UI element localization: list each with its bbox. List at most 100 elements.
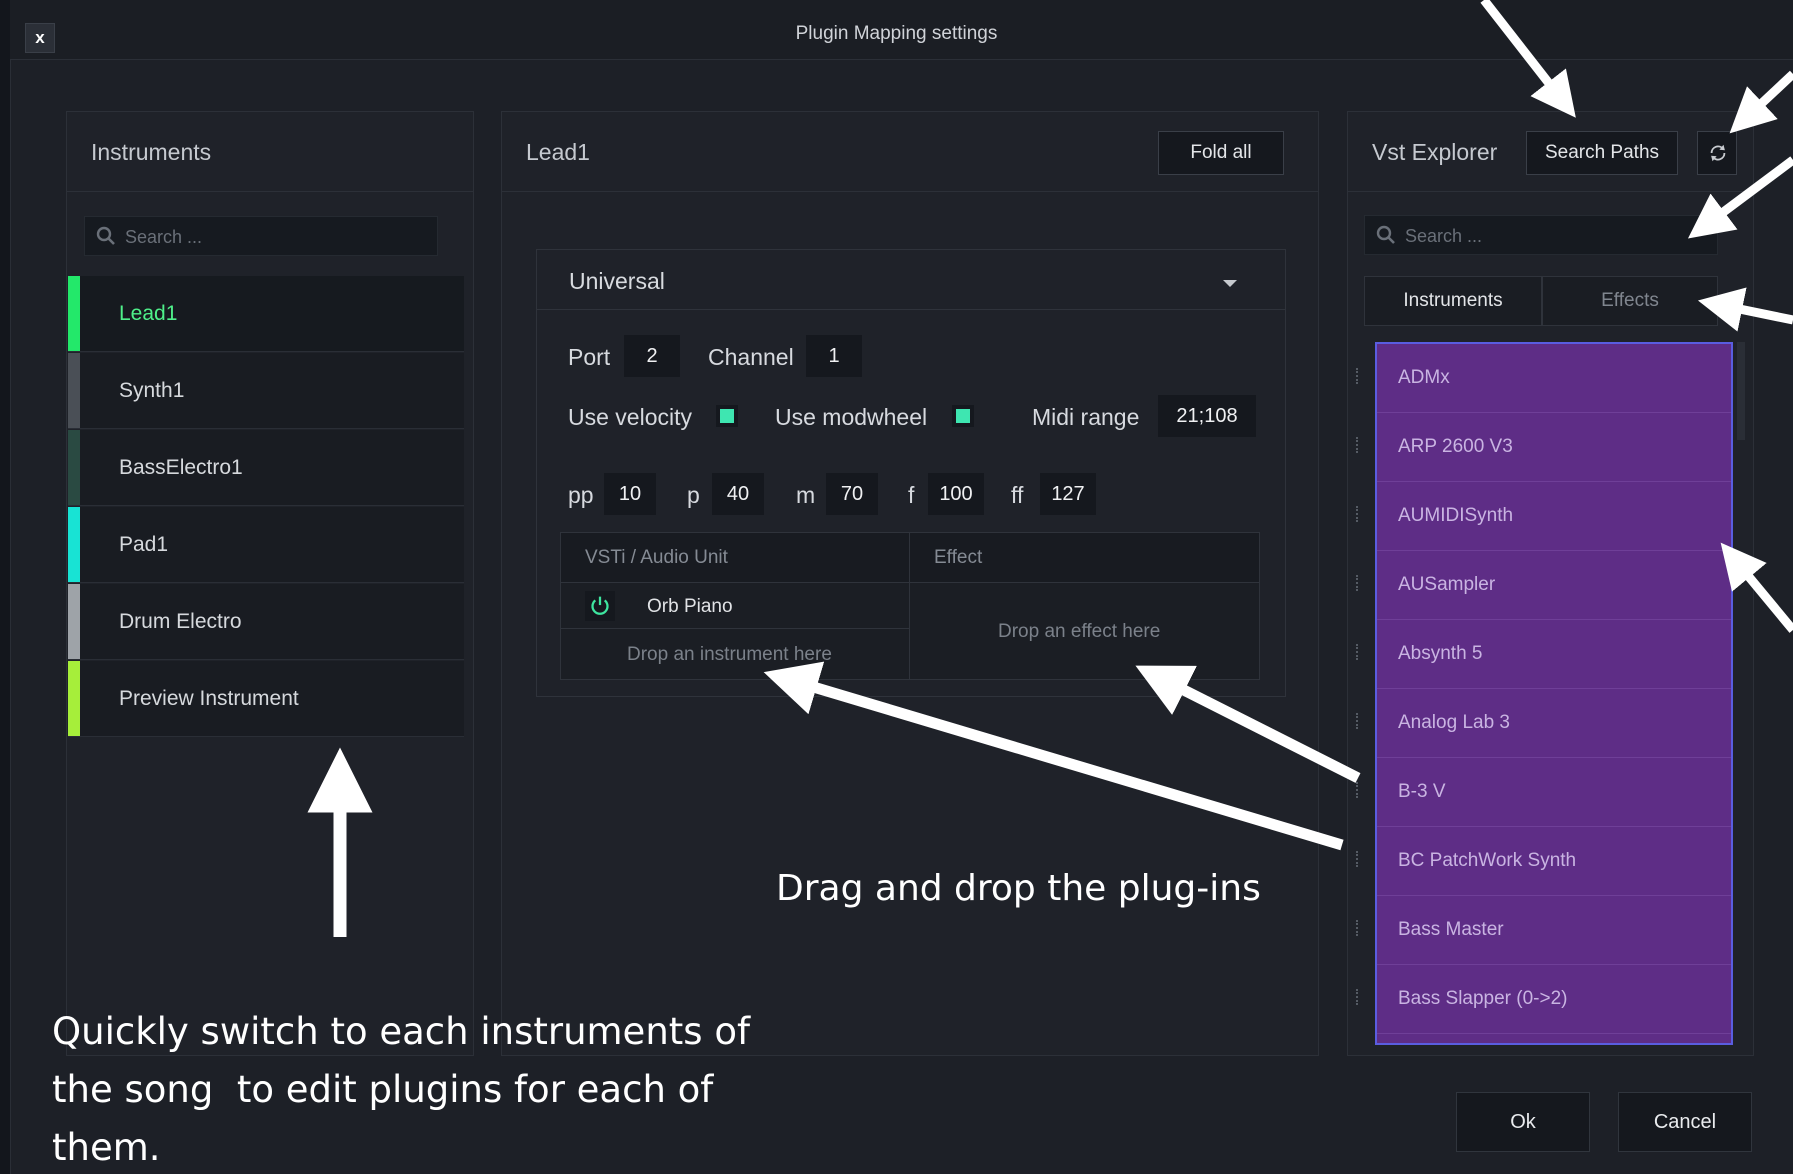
drag-drop-annotation: Drag and drop the plug-ins <box>776 868 1261 909</box>
channel-field[interactable]: 1 <box>806 335 862 377</box>
drag-handle-icon[interactable] <box>1356 644 1362 660</box>
instruments-search-input[interactable]: Search ... <box>84 216 438 256</box>
effect-drop-zone[interactable]: Drop an effect here <box>909 583 1259 679</box>
drag-handle-icon[interactable] <box>1356 782 1362 798</box>
vst-item-label: AUSampler <box>1398 574 1496 595</box>
dynamic-p-field[interactable]: 40 <box>712 473 764 515</box>
drag-handle-icon[interactable] <box>1356 506 1362 522</box>
vst-list-item[interactable]: BC PatchWork Synth <box>1377 827 1731 896</box>
instrument-column-label: VSTi / Audio Unit <box>585 547 728 568</box>
instrument-slot[interactable]: Orb Piano <box>561 583 909 629</box>
checkbox-checked-indicator <box>956 409 970 423</box>
vst-list-item[interactable]: Bass Slapper (0->2) <box>1377 965 1731 1034</box>
use-modwheel-label: Use modwheel <box>775 404 928 430</box>
instruments-search-placeholder: Search ... <box>125 227 203 247</box>
cancel-button[interactable]: Cancel <box>1618 1092 1752 1152</box>
use-velocity-label: Use velocity <box>568 404 692 430</box>
instrument-drop-text: Drop an instrument here <box>627 644 832 665</box>
dynamic-pp-label: pp <box>568 482 594 508</box>
dynamic-f-field[interactable]: 100 <box>928 473 984 515</box>
fold-all-button[interactable]: Fold all <box>1158 131 1284 175</box>
vst-search-placeholder: Search ... <box>1405 226 1483 246</box>
instrument-list-item[interactable]: BassElectro1 <box>68 430 464 506</box>
drag-handle-icon[interactable] <box>1356 920 1362 936</box>
dynamic-ff-label: ff <box>1011 482 1024 508</box>
vst-item-label: BC PatchWork Synth <box>1398 850 1577 871</box>
tab-effects[interactable]: Effects <box>1542 276 1718 326</box>
vst-item-label: Bass Slapper (0->2) <box>1398 988 1568 1009</box>
drag-handle-icon[interactable] <box>1356 713 1362 729</box>
vst-list-item[interactable]: Analog Lab 3 <box>1377 689 1731 758</box>
vst-list-item[interactable]: AUMIDISynth <box>1377 482 1731 551</box>
instrument-color-swatch <box>68 353 80 428</box>
instruments-panel-header: Instruments <box>67 112 473 192</box>
port-label: Port <box>568 344 611 370</box>
tab-instruments[interactable]: Instruments <box>1364 276 1542 326</box>
port-field[interactable]: 2 <box>624 335 680 377</box>
midi-range-label: Midi range <box>1032 404 1140 430</box>
dynamic-f-label: f <box>908 482 915 508</box>
power-icon[interactable] <box>585 591 615 621</box>
drag-handle-icon[interactable] <box>1356 851 1362 867</box>
instruments-panel-title: Instruments <box>91 139 212 165</box>
instrument-column-header: VSTi / Audio Unit <box>561 533 909 583</box>
drag-handle-icon[interactable] <box>1356 989 1362 1005</box>
mapping-type-select[interactable]: Universal <box>537 250 1285 310</box>
vst-explorer-title: Vst Explorer <box>1372 139 1498 165</box>
vst-item-label: AUMIDISynth <box>1398 505 1514 526</box>
instrument-list-item[interactable]: Lead1 <box>68 276 464 352</box>
vst-item-label: ADMx <box>1398 367 1450 388</box>
instrument-list-item[interactable]: Drum Electro <box>68 584 464 660</box>
instrument-list-item[interactable]: Synth1 <box>68 353 464 429</box>
vst-list-item[interactable]: Bass Master <box>1377 896 1731 965</box>
instrument-color-swatch <box>68 430 80 505</box>
switch-annotation-line2: the song to edit plugins for each of <box>52 1068 714 1111</box>
instrument-label: Lead1 <box>119 302 178 325</box>
instrument-color-swatch <box>68 276 80 351</box>
effect-column-label: Effect <box>934 547 983 568</box>
channel-label: Channel <box>708 344 794 370</box>
dynamic-p-label: p <box>687 482 700 508</box>
instrument-color-swatch <box>68 507 80 582</box>
mapping-type-value: Universal <box>569 268 665 294</box>
use-modwheel-checkbox[interactable] <box>952 405 974 427</box>
switch-annotation-line3: them. <box>52 1126 161 1169</box>
dynamic-pp-field[interactable]: 10 <box>604 473 656 515</box>
dynamic-m-field[interactable]: 70 <box>826 473 878 515</box>
instrument-drop-zone[interactable]: Drop an instrument here <box>561 629 909 679</box>
checkbox-checked-indicator <box>720 409 734 423</box>
search-icon <box>96 226 115 245</box>
vst-item-label: B-3 V <box>1398 781 1446 802</box>
window-title: Plugin Mapping settings <box>795 23 998 44</box>
dynamic-m-label: m <box>796 482 816 508</box>
midi-range-field[interactable]: 21;108 <box>1158 395 1256 437</box>
vst-item-label: Absynth 5 <box>1398 643 1483 664</box>
ok-button[interactable]: Ok <box>1456 1092 1590 1152</box>
search-icon <box>1376 225 1395 244</box>
instrument-color-swatch <box>68 584 80 659</box>
list-scrollbar[interactable] <box>1737 342 1745 440</box>
drag-handle-icon[interactable] <box>1356 437 1362 453</box>
vst-list-item[interactable]: B-3 V <box>1377 758 1731 827</box>
instrument-label: Pad1 <box>119 533 169 556</box>
drag-handle-icon[interactable] <box>1356 575 1362 591</box>
instrument-plugin-name: Orb Piano <box>647 596 733 617</box>
vst-list-item[interactable]: Absynth 5 <box>1377 620 1731 689</box>
vst-list-item[interactable]: ARP 2600 V3 <box>1377 413 1731 482</box>
instrument-list-item[interactable]: Preview Instrument <box>68 661 464 737</box>
drag-handle-icon[interactable] <box>1356 368 1362 384</box>
vst-list-item[interactable]: AUSampler <box>1377 551 1731 620</box>
instrument-list-item[interactable]: Pad1 <box>68 507 464 583</box>
refresh-button[interactable] <box>1697 131 1737 175</box>
dynamic-ff-field[interactable]: 127 <box>1040 473 1096 515</box>
search-paths-button[interactable]: Search Paths <box>1526 131 1678 175</box>
vst-item-label: ARP 2600 V3 <box>1398 436 1513 457</box>
plugin-chain-table: VSTi / Audio Unit Effect Drop an effect … <box>560 532 1260 680</box>
vst-search-input[interactable]: Search ... <box>1364 215 1718 255</box>
use-velocity-checkbox[interactable] <box>716 405 738 427</box>
instrument-label: Synth1 <box>119 379 185 402</box>
instrument-label: Drum Electro <box>119 610 242 633</box>
vst-list-item[interactable]: ADMx <box>1377 344 1731 413</box>
vst-plugin-list[interactable]: ADMx ARP 2600 V3 AUMIDISynth AUSampler Absyn… <box>1375 342 1733 1045</box>
instrument-color-swatch <box>68 661 80 736</box>
